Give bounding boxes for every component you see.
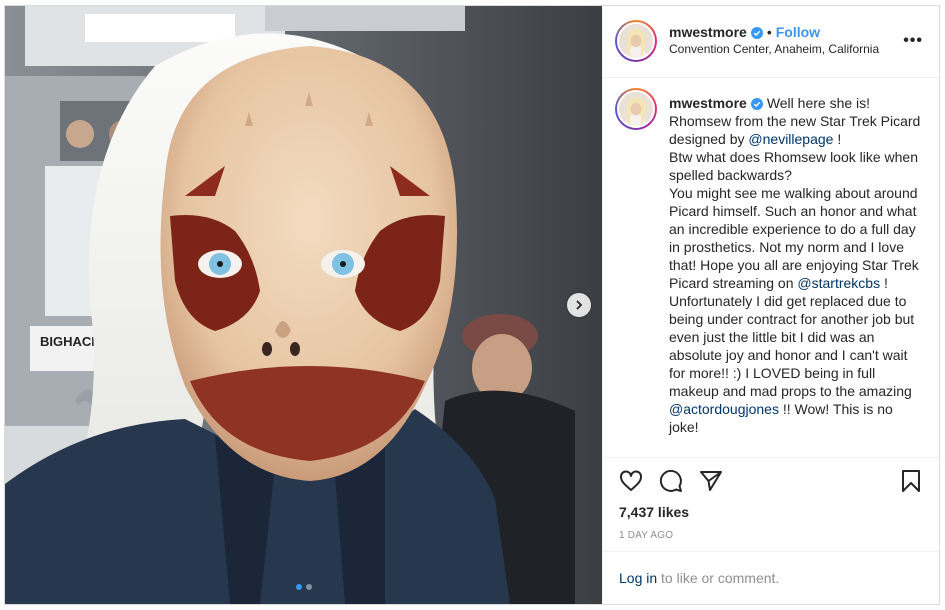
post-username[interactable]: mwestmore [669,24,747,41]
carousel-dots [5,584,602,590]
post-image: BIGHACK [5,6,602,604]
instagram-post: BIGHACK mwestmore • Follow Convention Ce… [4,5,940,605]
caption-avatar[interactable] [615,87,657,130]
paper-plane-icon[interactable] [699,469,723,493]
login-link[interactable]: Log in [619,570,657,586]
more-options-button[interactable]: ••• [903,32,923,50]
login-prompt-text: to like or comment. [657,569,780,586]
caption-area: mwestmore Well here she is! Rhomsew from … [603,78,939,459]
comment-icon[interactable] [659,469,683,493]
post-header: mwestmore • Follow Convention Center, An… [603,6,939,78]
post-photo[interactable]: BIGHACK [5,6,602,604]
carousel-dot [305,584,312,590]
heart-icon[interactable] [619,469,643,493]
caption-mention-nevillepage[interactable]: @nevillepage [748,131,833,147]
avatar[interactable] [615,20,657,63]
follow-button[interactable]: Follow [776,24,820,41]
post-caption: mwestmore Well here she is! Rhomsew from … [669,94,923,458]
caption-text-2: ! Btw what does Rhomsew look like when s… [669,130,919,291]
action-bar [603,458,939,498]
post-timestamp[interactable]: 1 DAY AGO [603,522,939,552]
caption-avatar-image [617,89,655,128]
separator-dot: • [766,24,772,41]
post-location[interactable]: Convention Center, Anaheim, California [669,41,903,58]
likes-count[interactable]: 7,437 likes [603,498,939,522]
verified-badge-icon [750,97,763,110]
caption-username[interactable]: mwestmore [669,95,747,111]
bookmark-icon[interactable] [899,469,923,493]
verified-badge-icon [750,26,763,39]
caption-text-3: ! Unfortunately I did get replaced due t… [669,274,919,399]
caption-mention-startrekcbs[interactable]: @startrekcbs [797,275,880,291]
login-prompt: Log in to like or comment. [603,552,939,604]
photo-sign-text: BIGHACK [40,334,101,349]
carousel-next-button[interactable] [567,293,591,317]
post-side-panel: mwestmore • Follow Convention Center, An… [602,6,939,604]
caption-mention-actordougjones[interactable]: @actordougjones [669,401,779,417]
chevron-right-icon [576,300,583,310]
carousel-dot-active [295,584,302,590]
avatar-image [617,22,655,61]
